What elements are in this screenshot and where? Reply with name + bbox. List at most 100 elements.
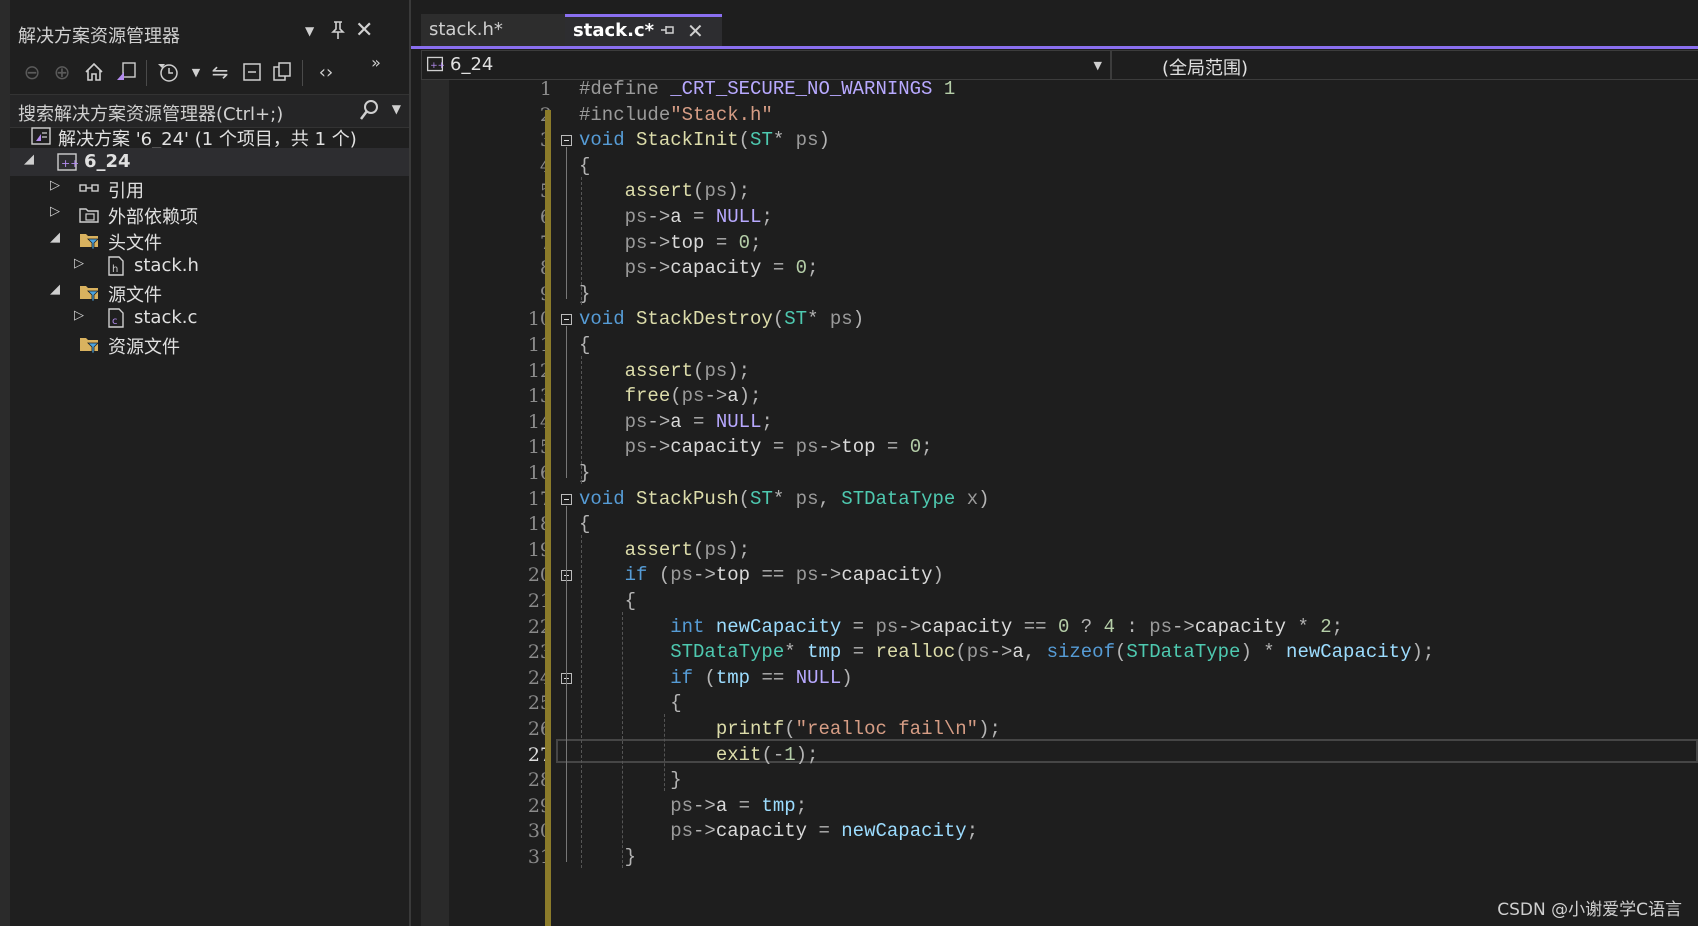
code-token: newCapacity bbox=[715, 615, 842, 638]
back-icon[interactable]: ⊖ bbox=[18, 58, 46, 86]
tree-item-solution[interactable]: 解决方案 '6_24' (1 个项目，共 1 个) bbox=[10, 122, 409, 150]
collapse-region-icon[interactable] bbox=[561, 135, 572, 147]
show-all-files-icon[interactable] bbox=[268, 58, 296, 86]
tab-close-icon[interactable]: ✕ bbox=[687, 19, 704, 43]
tree-item-external-dependencies[interactable]: ▷ 外部依赖项 bbox=[10, 200, 409, 228]
code-text-area[interactable]: #define _CRT_SECURE_NO_WARNINGS 1 #includ… bbox=[561, 78, 1698, 926]
switch-views-icon[interactable] bbox=[112, 58, 140, 86]
filter-folder-icon bbox=[78, 281, 100, 303]
collapse-region-icon[interactable] bbox=[561, 314, 572, 326]
code-token: ) bbox=[841, 666, 853, 689]
code-token: StackInit bbox=[636, 129, 739, 152]
code-token: -> bbox=[704, 385, 728, 408]
code-token: if bbox=[670, 666, 694, 689]
code-token: ps bbox=[624, 410, 648, 433]
line-number: 15 bbox=[527, 436, 552, 459]
tree-item-header-files[interactable]: ◢ 头文件 bbox=[10, 226, 409, 254]
project-dropdown[interactable]: ++ 6_24 ▼ bbox=[421, 50, 1111, 80]
code-token: capacity bbox=[1194, 615, 1298, 638]
code-token: * bbox=[1297, 615, 1321, 638]
line-number: 23 bbox=[527, 641, 552, 664]
scope-dropdown[interactable]: (全局范围) bbox=[1111, 50, 1698, 80]
code-token: ( bbox=[955, 641, 967, 664]
pending-changes-filter-icon[interactable] bbox=[154, 58, 182, 86]
code-token: { bbox=[624, 590, 637, 612]
tree-item-resource-files[interactable]: 资源文件 bbox=[10, 330, 409, 358]
tree-item-project[interactable]: ◢ ++ 6_24 bbox=[10, 148, 409, 176]
sync-with-active-document-icon[interactable]: ⇋ bbox=[206, 58, 234, 86]
code-token: == bbox=[1023, 615, 1058, 638]
code-token: a bbox=[1012, 641, 1024, 664]
code-token: -> bbox=[693, 794, 716, 817]
pin-icon[interactable] bbox=[330, 20, 346, 45]
code-token: { bbox=[579, 154, 591, 177]
window-position-dropdown-icon[interactable]: ▼ bbox=[305, 24, 314, 38]
toolbar-overflow-icon[interactable]: » bbox=[362, 48, 390, 76]
collapse-region-icon[interactable] bbox=[561, 493, 572, 505]
line-number: 13 bbox=[527, 385, 552, 408]
code-token: * bbox=[807, 308, 830, 331]
code-token: 0 bbox=[795, 257, 808, 280]
collapse-all-icon[interactable] bbox=[238, 58, 266, 86]
scope-dropdown-value: (全局范围) bbox=[1162, 58, 1249, 79]
code-token: ps bbox=[624, 231, 648, 254]
code-token: ; bbox=[795, 794, 808, 817]
code-line: exit(-1); bbox=[579, 743, 819, 770]
collapsed-arrow-icon[interactable]: ▷ bbox=[50, 178, 60, 193]
tab-stack-h[interactable]: stack.h* bbox=[421, 14, 573, 46]
line-number-gutter[interactable]: 1234567891011121314151617181920212223242… bbox=[449, 78, 569, 926]
code-token: ( bbox=[658, 564, 671, 587]
code-token: ); bbox=[738, 385, 762, 408]
expanded-arrow-icon[interactable]: ◢ bbox=[50, 282, 60, 297]
code-token: ps bbox=[624, 436, 648, 459]
collapsed-arrow-icon[interactable]: ▷ bbox=[74, 256, 84, 271]
code-line: assert(ps); bbox=[579, 539, 750, 565]
code-line: { bbox=[579, 590, 636, 616]
code-token: = bbox=[886, 436, 910, 459]
svg-text:h: h bbox=[112, 264, 118, 275]
code-token: == bbox=[761, 666, 796, 689]
code-token: 1 bbox=[932, 78, 956, 100]
forward-icon[interactable]: ⊕ bbox=[48, 58, 76, 86]
tree-item-stack-h[interactable]: ▷ h stack.h bbox=[10, 252, 409, 280]
home-icon[interactable] bbox=[80, 58, 108, 86]
tab-label: stack.c* bbox=[573, 20, 655, 41]
code-token: { bbox=[670, 692, 682, 715]
code-token: ps bbox=[704, 359, 728, 382]
chevron-down-icon[interactable]: ▼ bbox=[1094, 59, 1102, 72]
svg-text:c: c bbox=[112, 316, 118, 327]
tab-pin-icon[interactable] bbox=[659, 21, 677, 43]
code-line: { bbox=[579, 692, 682, 718]
code-token: * bbox=[784, 641, 808, 664]
tree-item-references[interactable]: ▷ 引用 bbox=[10, 174, 409, 202]
collapsed-arrow-icon[interactable]: ▷ bbox=[74, 308, 84, 323]
collapsed-arrow-icon[interactable]: ▷ bbox=[50, 204, 60, 219]
search-options-dropdown-icon[interactable]: ▼ bbox=[392, 102, 401, 116]
code-token: ; bbox=[921, 436, 933, 459]
indicator-margin[interactable] bbox=[421, 80, 449, 926]
close-icon[interactable]: ✕ bbox=[355, 18, 373, 43]
expanded-arrow-icon[interactable]: ◢ bbox=[50, 230, 60, 245]
code-token: * bbox=[772, 487, 796, 510]
tree-item-stack-c[interactable]: ▷ c stack.c bbox=[10, 304, 409, 332]
code-line: STDataType* tmp = realloc(ps->a, sizeof(… bbox=[579, 641, 1434, 667]
tab-stack-c[interactable]: stack.c* ✕ bbox=[565, 14, 722, 46]
indent-guide bbox=[622, 612, 623, 868]
outline-line bbox=[566, 326, 567, 478]
code-token: ); bbox=[727, 359, 751, 382]
code-token: { bbox=[579, 334, 591, 356]
code-token: 1 bbox=[784, 743, 796, 766]
tree-item-source-files[interactable]: ◢ 源文件 bbox=[10, 278, 409, 306]
code-token: void bbox=[579, 129, 625, 152]
expanded-arrow-icon[interactable]: ◢ bbox=[24, 152, 34, 167]
code-token: top bbox=[715, 564, 762, 587]
view-code-icon[interactable]: ‹› bbox=[312, 58, 340, 86]
line-number: 30 bbox=[527, 820, 552, 843]
code-line: free(ps->a); bbox=[579, 385, 762, 411]
